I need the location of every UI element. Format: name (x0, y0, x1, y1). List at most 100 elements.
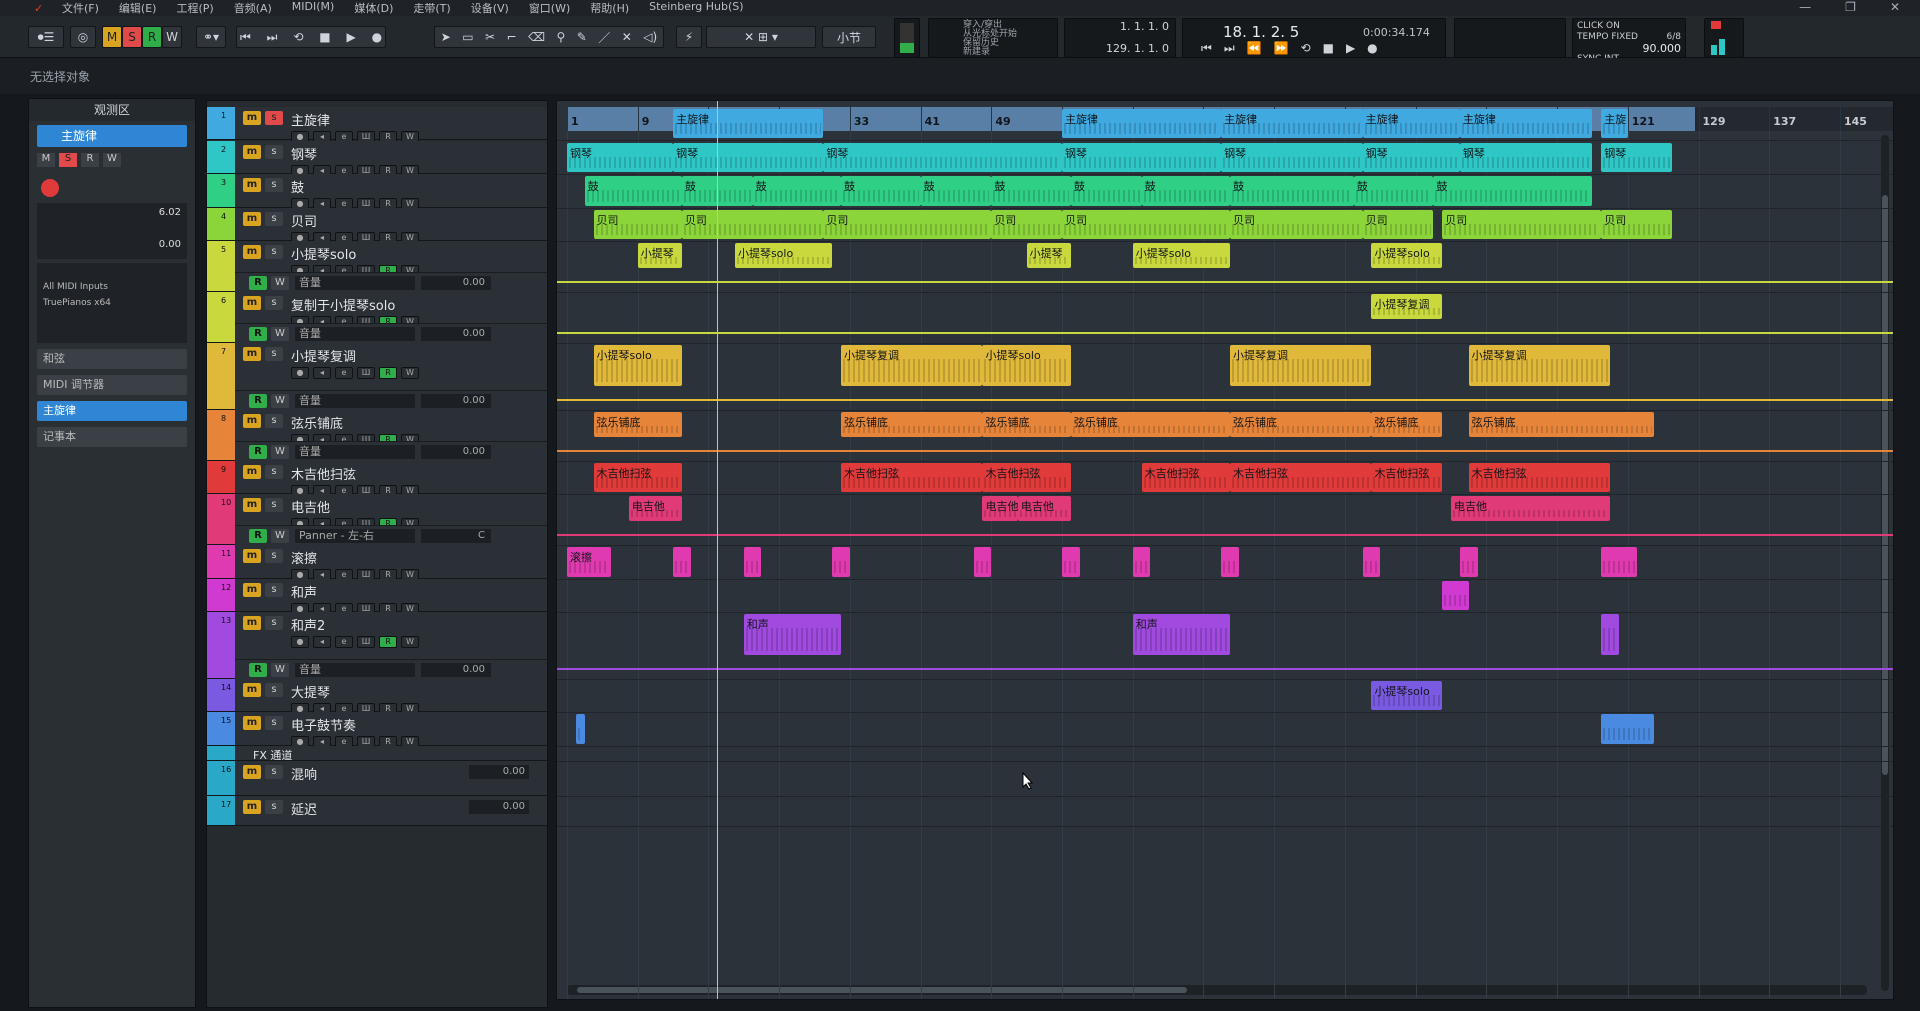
minimize-icon[interactable]: — (1799, 0, 1811, 14)
midi-part[interactable]: 钢琴 (673, 143, 824, 172)
midi-part[interactable] (673, 547, 691, 577)
inspector-track-header[interactable]: 主旋律 (37, 125, 187, 147)
rewind-icon[interactable]: ⏪ (1247, 41, 1262, 57)
track-row[interactable]: 12 m s 和声 ● ◂ e Ш R W (207, 579, 547, 615)
automation-curve[interactable] (557, 281, 1893, 283)
track-mute-button[interactable]: m (243, 145, 261, 159)
object-select-tool-icon[interactable]: ➤ (441, 30, 451, 44)
track-solo-button[interactable]: s (265, 178, 283, 192)
quantize-dropdown[interactable]: 小节 (822, 26, 876, 48)
track-name[interactable]: 大提琴 (291, 682, 330, 701)
midi-part[interactable]: 贝司 (1062, 210, 1230, 239)
track-mute-button[interactable]: m (243, 765, 261, 779)
midi-part[interactable]: 弦乐铺底 (1371, 412, 1443, 437)
inspector-section-notepad[interactable]: 记事本 (37, 427, 187, 447)
zoom-tool-icon[interactable]: ⚲ (556, 30, 565, 44)
automation-value[interactable]: 0.00 (421, 663, 491, 677)
send-level-value[interactable]: 0.00 (469, 765, 529, 779)
midi-part[interactable]: 鼓 (1070, 176, 1142, 206)
midi-part[interactable]: 木吉他扫弦 (841, 463, 983, 492)
snap-type-dropdown[interactable]: ✕ ⊞ ▾ (706, 26, 816, 48)
volume-value[interactable]: 6.02 (159, 207, 181, 218)
midi-part[interactable] (1362, 547, 1381, 577)
pan-value[interactable]: 0.00 (159, 239, 181, 250)
midi-part[interactable]: 电吉他 (1451, 496, 1611, 521)
midi-part[interactable]: 鼓 (920, 176, 992, 206)
midi-part[interactable]: 小提琴solo (1132, 243, 1230, 268)
midi-part[interactable]: 弦乐铺底 (1468, 412, 1655, 437)
track-row[interactable]: 17 m s 延迟 0.00 (207, 796, 547, 826)
track-solo-button[interactable]: s (265, 583, 283, 597)
automation-value[interactable]: C (421, 529, 491, 543)
midi-part[interactable]: 钢琴 (567, 143, 674, 172)
edit-instrument-button[interactable]: e (335, 367, 353, 379)
track-name[interactable]: 电吉他 (291, 497, 330, 516)
midi-part[interactable]: 电吉他 (628, 496, 682, 521)
track-solo-button[interactable]: s (265, 683, 283, 697)
automation-curve[interactable] (557, 534, 1893, 536)
lanes-button[interactable]: Ш (357, 367, 375, 379)
track-solo-button[interactable]: s (265, 616, 283, 630)
midi-part[interactable] (1601, 614, 1619, 655)
goto-end-icon[interactable]: ⏭ (267, 30, 278, 45)
automation-parameter[interactable]: 音量 (295, 663, 415, 677)
tempo-value[interactable]: 90.000 (1577, 43, 1682, 54)
midi-part[interactable] (1062, 547, 1080, 577)
track-mute-button[interactable]: m (243, 245, 261, 259)
midi-part[interactable]: 贝司 (681, 210, 824, 239)
midi-part[interactable]: 贝司 (1362, 210, 1434, 239)
play-icon[interactable]: ▶ (346, 30, 355, 44)
midi-part[interactable]: 和声 (743, 614, 842, 655)
track-row[interactable]: 5 m s 小提琴solo ● ◂ e Ш R W R W 音量 0.00 (207, 241, 547, 292)
midi-part[interactable]: 主旋律 (1062, 109, 1222, 138)
lanes-button[interactable]: Ш (357, 636, 375, 648)
menu-item[interactable]: 走带(T) (403, 0, 460, 16)
track-row[interactable]: 3 m s 鼓 ● ◂ e Ш R W (207, 174, 547, 210)
midi-part[interactable]: 小提琴solo (982, 345, 1071, 386)
playhead-cursor[interactable] (717, 101, 719, 999)
track-row[interactable]: 9 m s 木吉他扫弦 ● ◂ e Ш R W (207, 461, 547, 497)
automation-value[interactable]: 0.00 (421, 445, 491, 459)
track-name[interactable]: 小提琴复调 (291, 346, 356, 365)
midi-part[interactable]: 鼓 (841, 176, 921, 206)
mute-tool-icon[interactable]: ✕ (622, 30, 632, 44)
midi-part[interactable] (832, 547, 850, 577)
next-marker-icon[interactable]: ⏭ (1224, 41, 1235, 57)
midi-part[interactable]: 电吉他 (1017, 496, 1071, 521)
track-name[interactable]: 电子鼓节奏 (291, 715, 356, 734)
midi-part[interactable]: 贝司 (991, 210, 1063, 239)
track-row[interactable]: 6 m s 复制于小提琴solo ● ◂ e Ш R W R W 音量 0.00 (207, 292, 547, 343)
track-row[interactable]: 13 m s 和声2 ● ◂ e Ш R W R W 音量 0.00 (207, 612, 547, 679)
click-toggle[interactable]: CLICK ON (1577, 21, 1681, 32)
automation-lane-header[interactable]: R W 音量 0.00 (235, 659, 547, 679)
horizontal-scrollbar[interactable] (567, 985, 1867, 995)
menu-item[interactable]: Steinberg Hub(S) (639, 0, 753, 16)
track-mute-button[interactable]: m (243, 583, 261, 597)
midi-part[interactable]: 贝司 (593, 210, 682, 239)
midi-part[interactable]: 弦乐铺底 (841, 412, 983, 437)
midi-part[interactable]: 钢琴 (1601, 143, 1672, 172)
automation-curve[interactable] (557, 399, 1893, 401)
automation-lane-header[interactable]: R W 音量 0.00 (235, 390, 547, 410)
new-take-option[interactable]: 新建录 (963, 48, 1053, 57)
monitor-button[interactable]: ◂ (313, 636, 331, 648)
track-row[interactable]: 2 m s 钢琴 ● ◂ e Ш R W (207, 141, 547, 177)
right-locator-value[interactable]: 129. 1. 1. 0 (1093, 43, 1169, 55)
midi-part[interactable]: 钢琴 (1459, 143, 1593, 172)
menu-item[interactable]: 工程(P) (166, 0, 223, 16)
midi-part[interactable]: 木吉他扫弦 (982, 463, 1071, 492)
write-mode-button[interactable]: W (162, 26, 182, 48)
track-row[interactable]: 11 m s 滚擦 ● ◂ e Ш R W (207, 545, 547, 581)
track-mute-button[interactable]: m (243, 347, 261, 361)
track-name[interactable]: 和声 (291, 582, 317, 601)
midi-part[interactable]: 小提琴复调 (841, 345, 983, 386)
automation-write-button[interactable]: W (271, 394, 289, 408)
track-solo-button[interactable]: s (265, 296, 283, 310)
track-solo-button[interactable]: s (265, 111, 283, 125)
project-arrange-area[interactable]: 1917253341495765738189971051131211291371… (556, 100, 1894, 1000)
automation-read-button[interactable]: R (249, 445, 267, 459)
glue-tool-icon[interactable]: ⌐ (507, 30, 517, 44)
track-name[interactable]: 和声2 (291, 615, 325, 634)
edit-instrument-button[interactable]: e (335, 636, 353, 648)
automation-parameter[interactable]: 音量 (295, 327, 415, 341)
